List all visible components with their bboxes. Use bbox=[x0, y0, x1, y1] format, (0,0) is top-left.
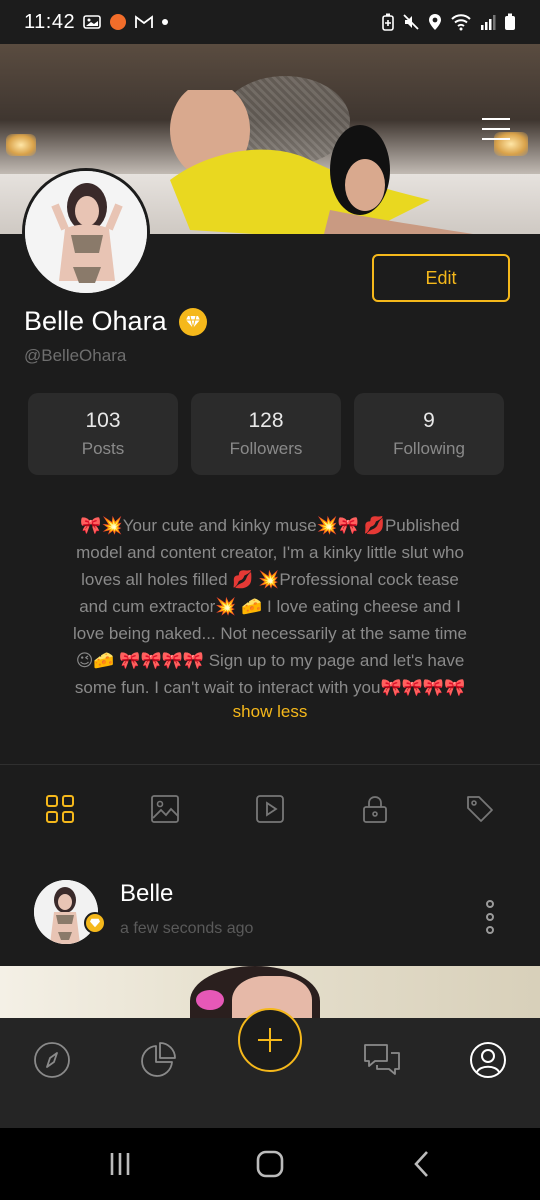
pie-chart-icon bbox=[141, 1042, 176, 1077]
stat-label: Following bbox=[393, 439, 465, 458]
gmail-icon bbox=[135, 15, 153, 29]
stat-label: Followers bbox=[229, 439, 303, 458]
grid-icon bbox=[46, 795, 74, 823]
post-header: Belle a few seconds ago bbox=[0, 868, 540, 958]
back-button[interactable] bbox=[402, 1146, 442, 1182]
system-nav-bar bbox=[0, 1128, 540, 1200]
dot-icon bbox=[161, 18, 169, 26]
stats-row: 103 Posts 128 Followers 9 Following bbox=[28, 393, 504, 475]
nav-messages[interactable] bbox=[360, 1038, 404, 1082]
post-verified-badge-icon bbox=[84, 912, 106, 934]
stat-following[interactable]: 9 Following bbox=[354, 393, 504, 475]
back-icon bbox=[414, 1151, 428, 1177]
tab-grid[interactable] bbox=[30, 786, 90, 832]
lock-icon bbox=[363, 796, 387, 823]
mute-icon bbox=[402, 13, 420, 31]
menu-line bbox=[482, 118, 510, 120]
status-bar: 11:42 bbox=[0, 0, 540, 44]
post-avatar-image bbox=[34, 880, 98, 944]
more-dot bbox=[486, 926, 494, 934]
display-name: Belle Ohara bbox=[24, 306, 167, 336]
stat-value: 9 bbox=[423, 409, 435, 432]
bio-line: and cum extractor💥 🧀 I love eating chees… bbox=[79, 597, 461, 616]
tab-videos[interactable] bbox=[240, 786, 300, 832]
plus-icon bbox=[258, 1028, 282, 1052]
stat-posts[interactable]: 103 Posts bbox=[28, 393, 178, 475]
tab-images[interactable] bbox=[135, 786, 195, 832]
menu-line bbox=[482, 138, 510, 140]
wifi-icon bbox=[450, 13, 472, 31]
name-row: Belle Ohara bbox=[24, 306, 207, 337]
profile-icon bbox=[470, 1042, 506, 1078]
post-more-options-icon[interactable] bbox=[480, 900, 500, 934]
bio-line: loves all holes filled 💋 💥Professional c… bbox=[81, 570, 459, 589]
edit-profile-button[interactable]: Edit bbox=[372, 254, 510, 302]
post-author-avatar[interactable] bbox=[34, 880, 98, 944]
show-less-link[interactable]: show less bbox=[0, 702, 540, 722]
stat-value: 103 bbox=[85, 409, 121, 432]
home-icon bbox=[256, 1150, 284, 1178]
recent-apps-button[interactable] bbox=[100, 1146, 140, 1182]
nav-explore[interactable] bbox=[30, 1038, 74, 1082]
menu-button[interactable] bbox=[482, 118, 510, 140]
stat-followers[interactable]: 128 Followers bbox=[191, 393, 341, 475]
battery-icon bbox=[504, 13, 516, 31]
recent-apps-icon bbox=[110, 1153, 130, 1175]
post-author-name[interactable]: Belle bbox=[120, 880, 173, 908]
stat-value: 128 bbox=[248, 409, 284, 432]
status-left-icons bbox=[83, 13, 169, 31]
bio-line: 😉🧀 🎀🎀🎀🎀 Sign up to my page and let's hav… bbox=[75, 651, 465, 670]
tag-icon bbox=[467, 796, 493, 822]
menu-line bbox=[482, 128, 510, 130]
content-tabs bbox=[30, 786, 510, 832]
post-timestamp: a few seconds ago bbox=[120, 920, 254, 937]
bottom-nav bbox=[0, 1008, 540, 1128]
status-right-icons bbox=[382, 13, 516, 31]
username: @BelleOhara bbox=[24, 346, 127, 365]
status-time: 11:42 bbox=[24, 10, 76, 33]
verified-badge-icon bbox=[178, 307, 207, 336]
profile-avatar[interactable] bbox=[22, 168, 150, 296]
cover-lamp-left bbox=[6, 134, 36, 156]
nav-profile[interactable] bbox=[466, 1038, 510, 1082]
notification-dot-icon bbox=[109, 13, 127, 31]
avatar-image bbox=[25, 171, 147, 293]
nav-stats[interactable] bbox=[136, 1038, 180, 1082]
add-post-button[interactable] bbox=[238, 1008, 302, 1072]
video-icon bbox=[256, 795, 284, 823]
tab-tagged[interactable] bbox=[450, 786, 510, 832]
location-icon bbox=[428, 13, 442, 31]
bio-line: model and content creator, I'm a kinky l… bbox=[76, 543, 464, 562]
bio-line: love being naked... Not necessarily at t… bbox=[72, 624, 468, 643]
gallery-icon bbox=[83, 15, 101, 29]
more-dot bbox=[486, 900, 494, 908]
bio-line: some fun. I can't wait to interact with … bbox=[74, 678, 466, 697]
battery-saver-icon bbox=[382, 13, 394, 31]
bio-line: 🎀💥Your cute and kinky muse💥🎀 💋Published bbox=[80, 516, 460, 535]
tab-locked[interactable] bbox=[345, 786, 405, 832]
more-dot bbox=[486, 913, 494, 921]
cover-figure bbox=[170, 90, 474, 234]
compass-icon bbox=[34, 1042, 70, 1078]
divider bbox=[0, 764, 540, 765]
stat-label: Posts bbox=[81, 439, 125, 458]
chat-icon bbox=[364, 1044, 400, 1075]
signal-icon bbox=[480, 13, 496, 31]
image-icon bbox=[151, 795, 179, 823]
home-button[interactable] bbox=[250, 1146, 290, 1182]
profile-bio: 🎀💥Your cute and kinky muse💥🎀 💋Published … bbox=[50, 512, 490, 701]
post-image-flower bbox=[196, 990, 224, 1010]
